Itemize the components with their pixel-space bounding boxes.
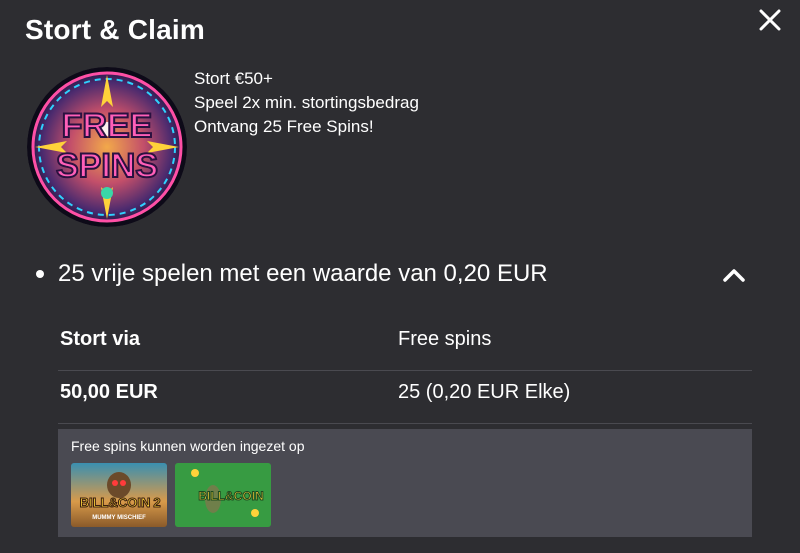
svg-text:FREE: FREE [62,107,153,145]
deposit-amount: 50,00 EUR [60,381,158,403]
modal-title: Stort & Claim [25,14,205,45]
bullet-icon [36,270,44,278]
game-thumbnail: BILL&COIN [175,463,271,527]
svg-text:MUMMY MISCHIEF: MUMMY MISCHIEF [92,515,146,521]
eligible-games-panel: Free spins kunnen worden ingezet op BILL… [58,429,752,537]
games-panel-title: Free spins kunnen worden ingezet op [71,438,305,454]
column-header: Free spins [398,328,492,350]
free-spins-badge: FREE SPINS [27,67,187,227]
table-row: 50,00 EUR 25 (0,20 EUR Elke) [58,371,752,424]
offer-accordion-header[interactable]: 25 vrije spelen met een waarde van 0,20 … [36,259,766,291]
close-icon[interactable] [756,6,784,34]
table-header-row: Stort via Free spins [58,318,752,371]
column-header: Stort via [60,328,141,350]
game-tile-bill-coin[interactable]: BILL&COIN [175,463,271,527]
promo-line: Stort €50+ [194,69,273,88]
svg-text:SPINS: SPINS [56,147,158,185]
game-thumbnail: BILL&COIN 2 MUMMY MISCHIEF [71,463,167,527]
svg-text:BILL&COIN: BILL&COIN [80,495,151,510]
svg-text:2: 2 [153,495,160,510]
promo-description: Stort €50+ Speel 2x min. stortingsbedrag… [194,67,419,139]
game-tile-bill-coin-2[interactable]: BILL&COIN 2 MUMMY MISCHIEF [71,463,167,527]
offer-table: Stort via Free spins 50,00 EUR 25 (0,20 … [58,318,752,424]
chevron-up-icon[interactable] [722,263,746,287]
promo-line: Speel 2x min. stortingsbedrag [194,93,419,112]
svg-text:BILL&COIN: BILL&COIN [198,489,263,503]
free-spins-value: 25 (0,20 EUR Elke) [398,381,571,403]
offer-heading: 25 vrije spelen met een waarde van 0,20 … [58,260,548,287]
promo-line: Ontvang 25 Free Spins! [194,117,374,136]
